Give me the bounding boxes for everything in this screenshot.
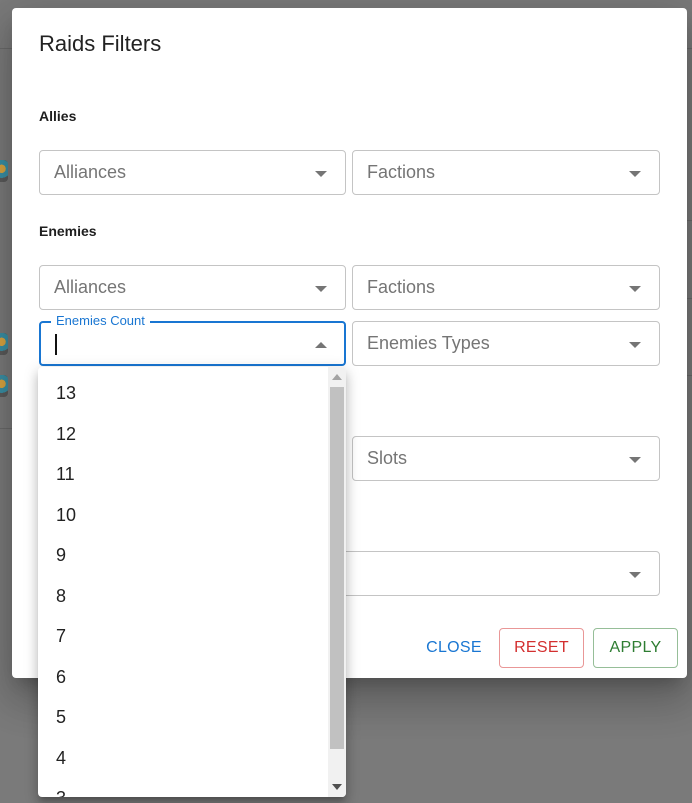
close-button[interactable]: CLOSE (422, 628, 486, 668)
dialog-title: Raids Filters (39, 31, 162, 56)
champion-avatar-icon (0, 333, 8, 355)
scroll-up-arrow-icon[interactable] (332, 374, 342, 380)
arrow-drop-up-icon[interactable] (315, 342, 327, 348)
arrow-drop-down-icon[interactable] (629, 457, 641, 463)
allies-factions-select[interactable]: Factions (352, 150, 660, 195)
reset-button[interactable]: RESET (499, 628, 584, 668)
select-placeholder: Enemies Types (367, 333, 490, 353)
enemies-count-autocomplete[interactable]: Enemies Count (39, 313, 346, 366)
arrow-drop-down-icon[interactable] (629, 572, 641, 578)
select-placeholder: Factions (367, 162, 436, 182)
arrow-drop-down-icon[interactable] (629, 171, 641, 177)
enemies-factions-select[interactable]: Factions (352, 265, 660, 310)
select-placeholder: Alliances (54, 277, 127, 297)
arrow-drop-down-icon[interactable] (315, 286, 327, 292)
champion-avatar-icon (0, 375, 8, 397)
listbox-option[interactable]: 9 (38, 537, 328, 578)
background-divider (0, 48, 12, 49)
listbox-scrollbar[interactable] (328, 367, 346, 797)
background-divider (0, 428, 12, 429)
background-divider (687, 48, 692, 49)
listbox-option[interactable]: 13 (38, 375, 328, 416)
background-divider (687, 298, 692, 299)
listbox-option[interactable]: 3 (38, 780, 328, 797)
enemies-section-label: Enemies (39, 223, 97, 239)
arrow-drop-down-icon[interactable] (315, 171, 327, 177)
enemies-count-listbox: 13 12 11 10 9 8 7 6 5 4 3 (38, 367, 346, 797)
listbox-option[interactable]: 5 (38, 699, 328, 740)
slots-select[interactable]: Slots (352, 436, 660, 481)
text-cursor (55, 334, 57, 355)
enemies-count-label: Enemies Count (51, 313, 150, 328)
allies-alliances-select[interactable]: Alliances (39, 150, 346, 195)
background-divider (687, 375, 692, 376)
arrow-drop-down-icon[interactable] (629, 286, 641, 292)
options-list: 13 12 11 10 9 8 7 6 5 4 3 (38, 367, 328, 797)
listbox-option[interactable]: 6 (38, 659, 328, 700)
champion-avatar-icon (0, 160, 8, 182)
select-placeholder: Alliances (54, 162, 127, 182)
listbox-option[interactable]: 10 (38, 497, 328, 538)
apply-button[interactable]: APPLY (593, 628, 678, 668)
listbox-option[interactable]: 8 (38, 578, 328, 619)
listbox-option[interactable]: 4 (38, 740, 328, 781)
listbox-option[interactable]: 7 (38, 618, 328, 659)
arrow-drop-down-icon[interactable] (629, 342, 641, 348)
select-placeholder: Factions (367, 277, 436, 297)
select-placeholder: Slots (367, 448, 408, 468)
allies-section-label: Allies (39, 108, 77, 124)
enemies-types-select[interactable]: Enemies Types (352, 321, 660, 366)
enemies-alliances-select[interactable]: Alliances (39, 265, 346, 310)
scrollbar-thumb[interactable] (330, 387, 344, 749)
listbox-option[interactable]: 12 (38, 416, 328, 457)
scroll-down-arrow-icon[interactable] (332, 784, 342, 790)
listbox-option[interactable]: 11 (38, 456, 328, 497)
background-divider (687, 220, 692, 221)
